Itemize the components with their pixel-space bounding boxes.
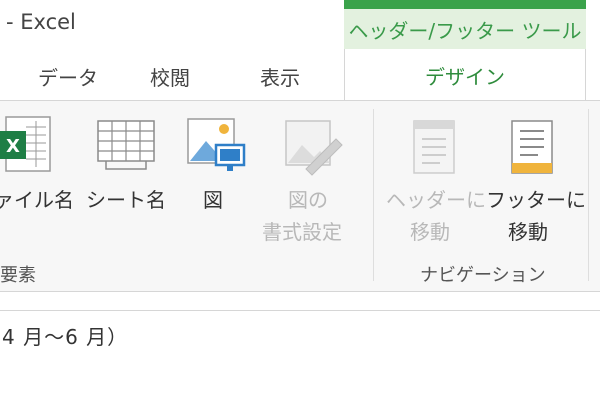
- sheet-name-label: シート名: [86, 188, 166, 212]
- ribbon-panel: X ァイル名 シート名 図 図の 書式設定 要素 ヘッダーに 移動 フッターに …: [0, 100, 600, 292]
- group-separator: [373, 109, 374, 281]
- format-picture-button[interactable]: 図の 書式設定: [258, 101, 362, 251]
- format-picture-label-line1: 図の: [288, 188, 328, 212]
- go-to-footer-label-line1: フッターに: [486, 188, 586, 212]
- sheet-area[interactable]: [0, 357, 600, 399]
- sheet-name-button[interactable]: シート名: [84, 101, 168, 251]
- sheet-grid-icon: [97, 120, 155, 170]
- ribbon-tabs: データ 校閲 表示 デザイン: [0, 49, 600, 101]
- title-bar: - Excel ヘッダー/フッター ツール: [0, 0, 600, 50]
- tab-view[interactable]: 表示: [260, 62, 300, 91]
- go-to-header-label-line1: ヘッダーに: [386, 188, 486, 212]
- format-picture-label-line2: 書式設定: [262, 220, 342, 244]
- go-to-footer-icon: [511, 120, 553, 174]
- picture-icon: [187, 118, 246, 171]
- file-name-label: ァイル名: [0, 188, 74, 212]
- excel-file-icon: X: [0, 116, 51, 172]
- go-to-header-icon: [413, 120, 455, 174]
- picture-label: 図: [203, 188, 223, 212]
- go-to-footer-button[interactable]: フッターに 移動: [482, 101, 586, 251]
- go-to-header-label-line2: 移動: [410, 220, 450, 244]
- picture-button[interactable]: 図: [180, 101, 250, 251]
- format-picture-icon: [285, 120, 343, 176]
- file-name-button[interactable]: X ァイル名: [0, 101, 80, 251]
- contextual-tab-accent: [344, 0, 586, 9]
- group-label-navigation: ナビゲーション: [420, 265, 546, 286]
- svg-text:X: X: [6, 136, 20, 157]
- tab-data[interactable]: データ: [38, 62, 98, 91]
- formula-bar[interactable]: 4 月～6 月）: [0, 310, 600, 358]
- group-separator-right: [588, 109, 589, 281]
- window-title: - Excel: [6, 10, 76, 34]
- contextual-tab-group-label: ヘッダー/フッター ツール: [344, 9, 586, 50]
- formula-bar-content: 4 月～6 月）: [2, 325, 129, 349]
- group-label-elements: 要素: [0, 265, 36, 286]
- tab-review[interactable]: 校閲: [150, 62, 190, 91]
- tab-design[interactable]: デザイン: [344, 49, 586, 101]
- go-to-header-button[interactable]: ヘッダーに 移動: [384, 101, 486, 251]
- go-to-footer-label-line2: 移動: [508, 220, 548, 244]
